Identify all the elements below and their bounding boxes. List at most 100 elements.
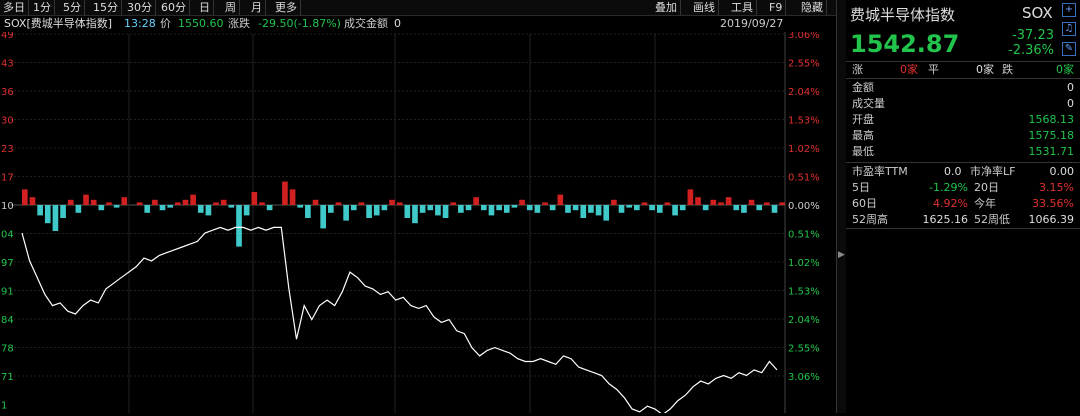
quote-row-value: 1575.18 <box>1028 129 1075 142</box>
volume-bar <box>465 205 472 211</box>
volume-bar <box>458 205 464 213</box>
volume-bar <box>350 205 357 211</box>
volume-bar <box>656 205 663 213</box>
volume-bar <box>373 205 380 216</box>
stats-row: 60日 4.92% 今年 33.56% <box>852 196 1074 211</box>
stats-label: 今年 <box>974 197 996 210</box>
quote-row-label: 金额 <box>852 81 874 94</box>
volume-bar <box>473 197 479 205</box>
volume-bar <box>542 202 548 205</box>
volume-bar <box>725 197 732 205</box>
stats-label: 60日 <box>852 197 877 210</box>
left-axis-label: 49 <box>1 32 14 41</box>
period-tab[interactable]: 多日 <box>0 0 29 15</box>
breadth-row: 涨 0家 平 0家 跌 0家 <box>852 62 1074 77</box>
down-count: 0家 <box>1056 63 1074 76</box>
volume-bar <box>106 202 112 205</box>
volume-bar <box>519 199 525 205</box>
volume-bar <box>366 205 372 218</box>
volume-bar <box>672 205 678 216</box>
toolbar-button[interactable]: F9 <box>766 0 787 15</box>
period-toolbar: 多日 1分 5分 15分 30分 60分日周月更多 叠加 画线 工具 F9 隐藏 <box>0 0 836 16</box>
period-tab[interactable]: 日 <box>196 0 214 15</box>
volume-bar <box>534 205 541 213</box>
quote-row-label: 开盘 <box>852 113 874 126</box>
right-axis-label: 0.51% <box>788 173 820 184</box>
intraday-chart[interactable]: 49 43 36 30 23 17 10 04 97 91 84 78 71 1 3.06% 2.55% 2.0… <box>0 30 836 416</box>
volume-bar <box>756 205 763 211</box>
period-tab[interactable]: 月 <box>248 0 266 15</box>
quote-change-pct: -2.36% <box>1008 43 1054 58</box>
edit-icon[interactable]: ✎ <box>1062 42 1076 56</box>
toolbar-button[interactable]: 隐藏 <box>798 0 827 15</box>
volume-bar <box>572 205 579 211</box>
pb-label: 市净率LF <box>970 165 1016 178</box>
volume-bar <box>358 202 365 205</box>
left-axis-label: 04 <box>1 230 14 241</box>
divider <box>846 228 1080 229</box>
collapse-arrow-icon[interactable]: ▶ <box>838 250 845 260</box>
volume-bar <box>412 205 418 224</box>
toolbar-button[interactable]: 叠加 <box>652 0 681 15</box>
period-tab[interactable]: 15分 <box>90 0 122 15</box>
period-tab[interactable]: 周 <box>222 0 240 15</box>
volume-bar <box>595 205 602 216</box>
volume-bar <box>626 205 632 208</box>
left-axis-label: 30 <box>1 116 14 127</box>
alert-bell-icon[interactable]: ♫ <box>1062 22 1076 36</box>
right-axis-label: 2.04% <box>788 87 820 98</box>
volume-bar <box>136 202 143 205</box>
quote-row-label: 最高 <box>852 129 874 142</box>
left-axis-label: 17 <box>1 173 14 184</box>
period-tab[interactable]: 更多 <box>272 0 301 15</box>
volume-bar <box>603 205 610 221</box>
period-tab[interactable]: 60分 <box>158 0 190 15</box>
left-axis-label: 1 <box>1 401 7 412</box>
price-line <box>21 226 778 416</box>
quote-row: 最高 1575.18 <box>852 128 1074 143</box>
volume-bar <box>320 205 326 229</box>
volume-bar <box>779 202 785 205</box>
volume-bar <box>44 205 51 224</box>
pe-label: 市盈率TTM <box>852 165 908 178</box>
quote-row: 金额 0 <box>852 80 1074 95</box>
volume-bar <box>396 202 403 205</box>
volume-bar <box>588 205 594 213</box>
toolbar-button[interactable]: 画线 <box>690 0 719 15</box>
volume-bar <box>52 205 59 231</box>
pb-value: 0.00 <box>1049 165 1075 178</box>
volume-bar <box>771 205 778 213</box>
stats-label: 5日 <box>852 181 870 194</box>
divider <box>846 162 1080 163</box>
period-tab[interactable]: 30分 <box>124 0 156 15</box>
toolbar-button[interactable]: 工具 <box>728 0 757 15</box>
add-watchlist-icon[interactable]: + <box>1062 3 1076 17</box>
flat-count: 0家 <box>976 63 994 76</box>
quote-code: SOX <box>1022 4 1053 22</box>
volume-bar <box>748 199 755 205</box>
volume-bar <box>343 205 349 221</box>
quote-title: 费城半导体指数 <box>850 6 956 24</box>
volume-bar <box>159 205 166 211</box>
cursor-volume: 0 <box>394 17 401 30</box>
volume-bar <box>442 205 449 218</box>
volume-bar <box>695 197 701 205</box>
volume-bar <box>29 197 36 205</box>
flat-label: 平 <box>928 63 939 76</box>
volume-bar <box>618 205 625 213</box>
intraday-chart-svg[interactable]: 49 43 36 30 23 17 10 04 97 91 84 78 71 1 3.06% 2.55% 2.0… <box>0 30 836 416</box>
right-axis-label: 1.02% <box>788 144 820 155</box>
volume-bar <box>687 189 694 205</box>
cursor-time: 13:28 <box>124 17 156 30</box>
volume-bar <box>565 205 571 213</box>
volume-bar <box>266 205 273 211</box>
stats-label: 52周低 <box>974 213 1010 226</box>
stats-value: 4.92% <box>933 197 968 210</box>
period-tab[interactable]: 5分 <box>60 0 85 15</box>
period-tab[interactable]: 1分 <box>30 0 55 15</box>
volume-bar <box>764 202 770 205</box>
volume-bar <box>259 202 265 205</box>
volume-bar <box>679 205 686 211</box>
quote-row: 最低 1531.71 <box>852 144 1074 159</box>
volume-bar <box>404 205 411 218</box>
